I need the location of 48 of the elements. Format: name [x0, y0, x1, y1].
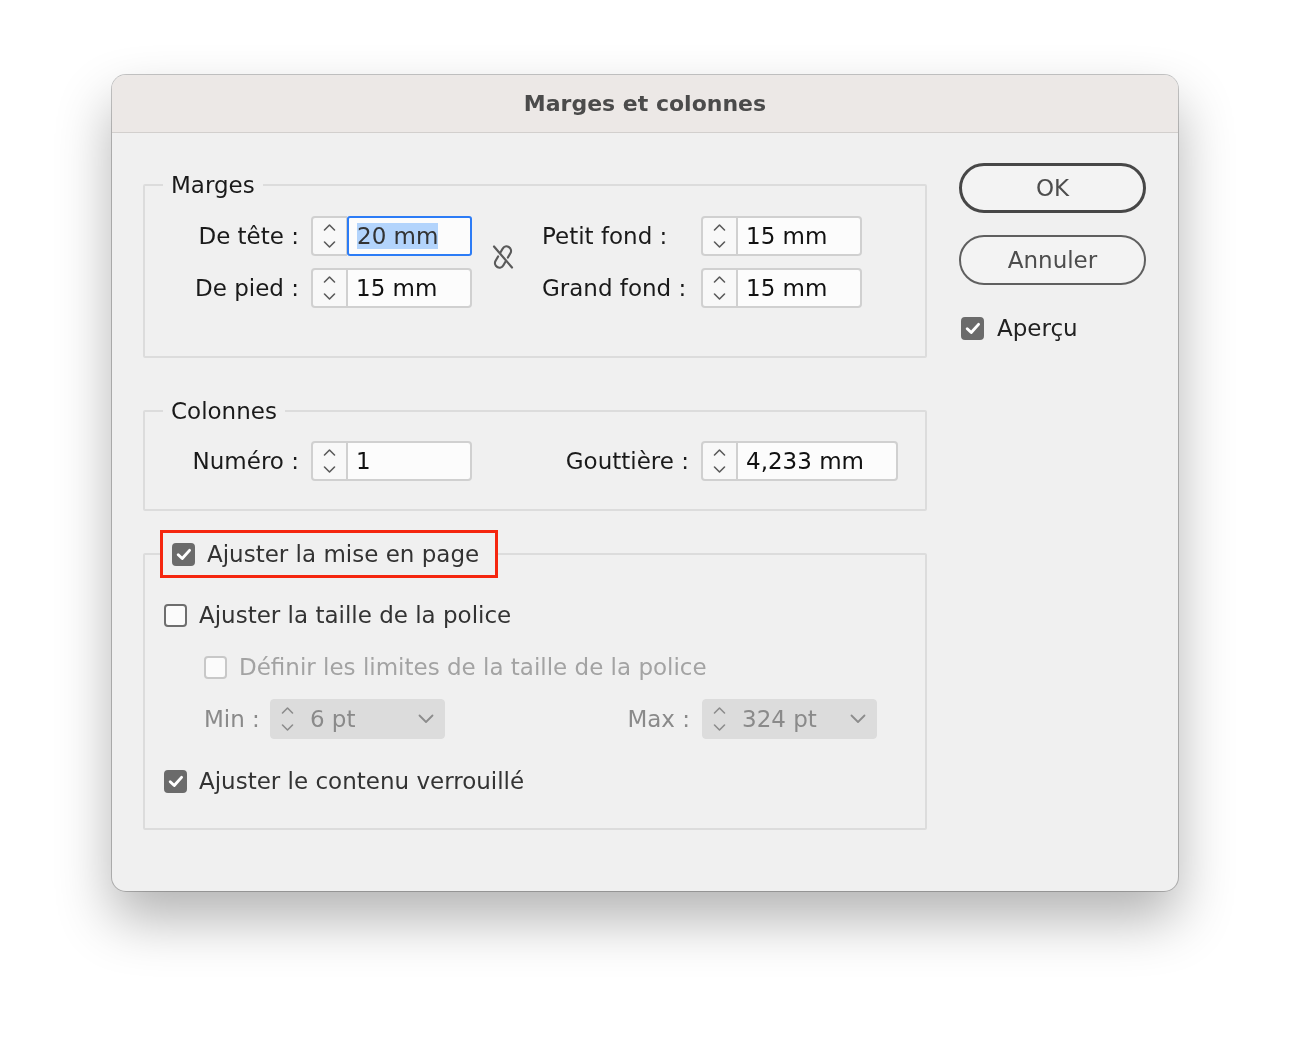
stepper-button[interactable] — [701, 268, 737, 308]
checkmark-icon — [168, 775, 183, 787]
field-label: De pied : — [195, 275, 300, 301]
up-down-chevron-icon — [713, 705, 726, 733]
stepper-button[interactable] — [311, 216, 347, 256]
stepper-button[interactable] — [311, 441, 347, 481]
checkbox-label: Ajuster la mise en page — [207, 541, 480, 567]
up-down-chevron-icon — [323, 274, 336, 302]
checkbox[interactable] — [164, 769, 187, 793]
field-label: Max : — [627, 706, 690, 732]
field-label: Petit fond : — [542, 223, 668, 249]
stepper-button[interactable] — [311, 268, 347, 308]
field-label: Numéro : — [192, 448, 300, 474]
window-title: Marges et colonnes — [523, 91, 767, 116]
group-title: Marges — [171, 172, 255, 198]
stepper-button[interactable] — [701, 216, 737, 256]
ok-button[interactable]: OK — [959, 163, 1146, 213]
field-label: Grand fond : — [542, 275, 687, 301]
input-field[interactable]: 4,233 mm — [737, 441, 898, 481]
checkbox[interactable] — [172, 542, 195, 566]
up-down-chevron-icon — [323, 447, 336, 475]
stepper-button[interactable] — [701, 441, 737, 481]
chevron-down-icon — [850, 714, 866, 724]
checkbox-label: Définir les limites de la taille de la police — [239, 654, 707, 680]
checkbox-label: Aperçu — [997, 315, 1078, 341]
field-label: Min : — [204, 706, 260, 732]
up-down-chevron-icon — [713, 274, 726, 302]
checkbox-label: Ajuster la taille de la police — [199, 602, 512, 628]
group-title: Colonnes — [171, 398, 277, 424]
checkmark-icon — [965, 322, 980, 334]
field-label: Gouttière : — [565, 448, 690, 474]
checkbox[interactable] — [164, 603, 187, 627]
broken-link-icon[interactable] — [490, 243, 516, 271]
input-field[interactable]: 20 mm — [347, 216, 472, 256]
checkbox-label: Ajuster le contenu verrouillé — [199, 768, 525, 794]
up-down-chevron-icon — [280, 705, 294, 733]
cancel-button[interactable]: Annuler — [959, 235, 1146, 285]
up-down-chevron-icon — [713, 447, 726, 475]
checkbox[interactable] — [961, 316, 984, 340]
input-field[interactable]: 15 mm — [737, 268, 862, 308]
up-down-chevron-icon — [323, 222, 336, 250]
input-field[interactable]: 15 mm — [737, 216, 862, 256]
input-field[interactable]: 15 mm — [347, 268, 472, 308]
up-down-chevron-icon — [713, 222, 726, 250]
field-label: De tête : — [198, 223, 300, 249]
input-field[interactable]: 1 — [347, 441, 472, 481]
checkmark-icon — [176, 548, 191, 560]
chevron-down-icon — [417, 714, 434, 724]
